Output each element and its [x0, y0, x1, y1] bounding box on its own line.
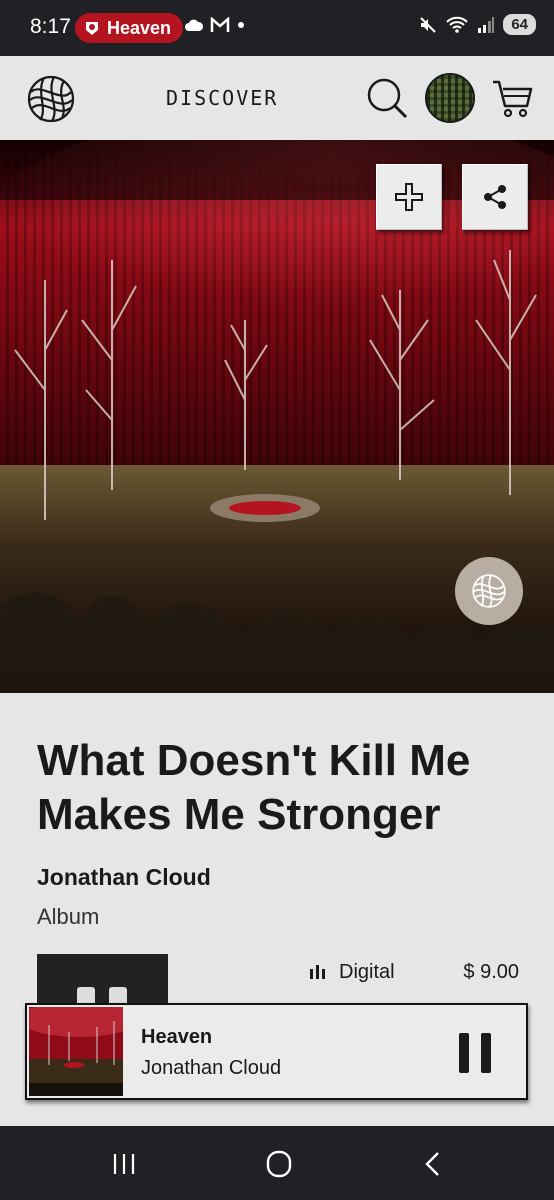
- dot-icon: [238, 22, 244, 28]
- globe-logo-icon[interactable]: [26, 74, 76, 124]
- pause-icon: [481, 1033, 491, 1073]
- share-icon: [484, 185, 506, 209]
- battery-level: 64: [503, 14, 536, 35]
- app-header: DISCOVER: [0, 56, 554, 140]
- release-title: What Doesn't Kill Me Makes Me Stronger: [37, 736, 471, 839]
- notification-icons: [184, 17, 246, 33]
- status-bar: 8:17 Heaven 64: [0, 0, 554, 56]
- pause-icon: [459, 1033, 469, 1073]
- cloud-icon: [185, 19, 204, 31]
- cart-icon[interactable]: [490, 76, 534, 120]
- release-type: Album: [37, 904, 100, 929]
- gmail-icon: [210, 17, 230, 32]
- system-nav-bar: [0, 1126, 554, 1200]
- thumb-shape: [77, 987, 95, 1004]
- pause-button[interactable]: [459, 1033, 493, 1073]
- page-title: DISCOVER: [166, 86, 279, 110]
- album-cover: [0, 140, 554, 693]
- now-playing-artist: Jonathan Cloud: [141, 1057, 282, 1079]
- avatar[interactable]: [425, 73, 475, 123]
- now-playing-chip[interactable]: Heaven: [75, 13, 184, 43]
- add-button[interactable]: [376, 164, 442, 230]
- mini-player[interactable]: Heaven Jonathan Cloud: [25, 1003, 528, 1100]
- share-button[interactable]: [462, 164, 528, 230]
- thumb-shape: [109, 987, 127, 1004]
- cover-badge[interactable]: [455, 557, 523, 625]
- chip-label: Heaven: [107, 17, 172, 38]
- plus-icon: [395, 183, 423, 211]
- app-chip-icon: [86, 22, 98, 35]
- recents-icon[interactable]: [104, 1146, 144, 1182]
- wifi-icon: [446, 16, 469, 33]
- format-option-digital[interactable]: Digital $ 9.00: [309, 958, 519, 986]
- mini-player-artwork: [29, 1007, 123, 1096]
- format-price: $ 9.00: [463, 960, 519, 983]
- back-icon[interactable]: [414, 1146, 454, 1182]
- format-label: Digital: [339, 960, 395, 983]
- globe-logo-icon: [472, 574, 506, 608]
- avatar-pattern: [427, 75, 473, 121]
- search-icon[interactable]: [365, 76, 409, 120]
- now-playing-title: Heaven: [141, 1026, 213, 1048]
- signal-icon: [478, 16, 495, 33]
- home-icon[interactable]: [259, 1146, 299, 1182]
- system-status: 64: [419, 14, 536, 35]
- release-thumbnail[interactable]: [37, 954, 168, 1004]
- artist-link[interactable]: Jonathan Cloud: [37, 864, 211, 891]
- status-time: 8:17: [30, 15, 71, 38]
- bars-icon: [310, 965, 325, 979]
- mute-icon: [420, 16, 437, 33]
